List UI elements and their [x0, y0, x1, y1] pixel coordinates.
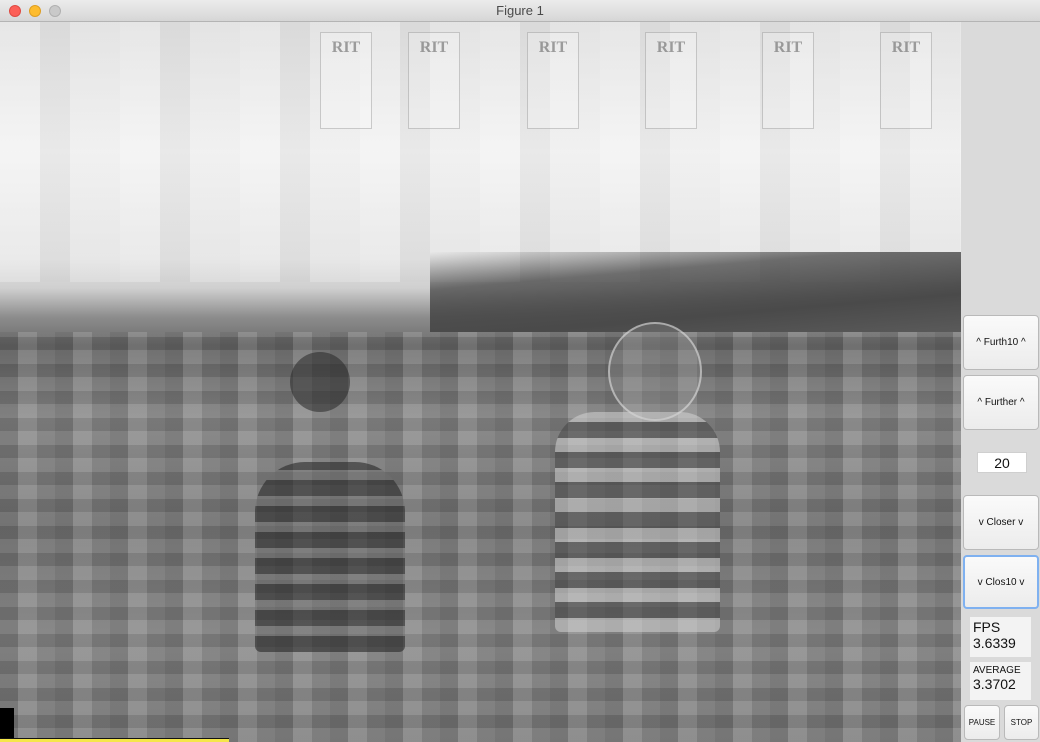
pause-button[interactable]: PAUSE: [964, 705, 1000, 740]
average-label: AVERAGE: [973, 665, 1021, 676]
banner-text: RIT: [331, 39, 361, 56]
further-button[interactable]: ^ Further ^: [963, 375, 1039, 430]
person-head: [290, 352, 350, 412]
title-bar: Figure 1: [0, 0, 1040, 22]
banner-text: RIT: [419, 39, 449, 56]
banner-text: RIT: [538, 39, 568, 56]
striped-shirt-person: [555, 412, 720, 632]
ceiling-region: [0, 22, 961, 282]
stop-button[interactable]: STOP: [1004, 705, 1039, 740]
figure-image: RIT RIT RIT RIT RIT RIT: [0, 22, 961, 742]
banner: RIT: [762, 32, 814, 129]
banner-text: RIT: [891, 39, 921, 56]
fps-label: FPS: [973, 619, 1001, 635]
banner: RIT: [527, 32, 579, 129]
window-title: Figure 1: [496, 3, 544, 18]
banner: RIT: [645, 32, 697, 129]
banner: RIT: [320, 32, 372, 129]
dark-shirt-person: [255, 462, 405, 652]
crowd-region: [0, 332, 961, 742]
banner: RIT: [880, 32, 932, 129]
bleachers-region: [430, 252, 961, 332]
banner: RIT: [408, 32, 460, 129]
further-10-button[interactable]: ^ Furth10 ^: [963, 315, 1039, 370]
average-readout: AVERAGE 3.3702: [970, 662, 1031, 700]
banner-text: RIT: [656, 39, 686, 56]
banner-text: RIT: [773, 39, 803, 56]
dark-corner: [0, 708, 14, 742]
closer-10-button[interactable]: v Clos10 v: [963, 555, 1039, 609]
average-value: 3.3702: [973, 676, 1016, 692]
closer-button[interactable]: v Closer v: [963, 495, 1039, 550]
fps-readout: FPS 3.6339: [970, 617, 1031, 657]
person-head: [608, 322, 702, 421]
fps-value: 3.6339: [973, 635, 1016, 651]
distance-value: 20: [977, 452, 1027, 473]
yellow-line: [0, 738, 229, 742]
